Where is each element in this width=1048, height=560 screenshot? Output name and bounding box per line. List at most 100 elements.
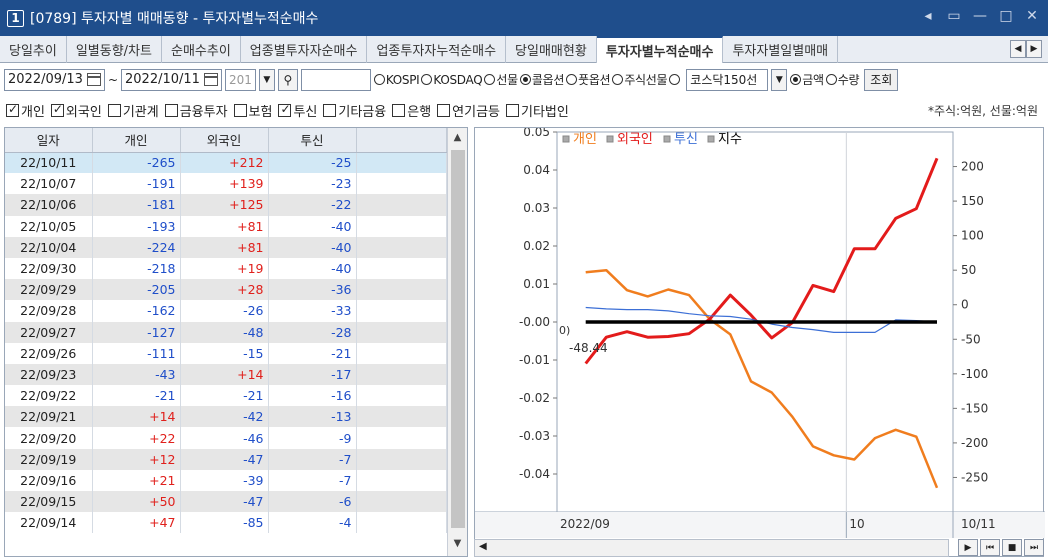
- right-tick-label: 200: [961, 160, 984, 174]
- product-select[interactable]: 코스닥150선: [686, 68, 769, 91]
- tab-daily-trend[interactable]: 당일추이: [0, 36, 67, 63]
- tab-sector-investor[interactable]: 업종별투자자순매수: [241, 36, 368, 63]
- legend-label: 개인: [573, 132, 597, 147]
- cell-foreign: -21: [180, 385, 269, 407]
- radio-call-option[interactable]: 콜옵션: [519, 71, 564, 88]
- start-date-field[interactable]: 2022/09/13: [4, 68, 105, 91]
- table-row[interactable]: 22/10/07 -191 +139 -23: [5, 173, 447, 195]
- cell-foreign: +14: [180, 363, 269, 386]
- column-header-individual[interactable]: 개인: [92, 128, 181, 153]
- filter-foreign[interactable]: 외국인: [50, 101, 102, 120]
- table-row[interactable]: 22/10/11 -265 +212 -25: [5, 152, 447, 174]
- horizontal-scrollbar[interactable]: ◀: [474, 539, 949, 557]
- filter-pension[interactable]: 연기금등: [437, 101, 500, 120]
- filter-individual[interactable]: 개인: [6, 101, 45, 120]
- table-row[interactable]: 22/09/19 +12 -47 -7: [5, 448, 447, 470]
- restore-icon[interactable]: ▭: [946, 8, 962, 24]
- cell-foreign: +212: [180, 152, 269, 174]
- code-input[interactable]: [300, 68, 371, 91]
- filter-financial-investment[interactable]: 금융투자: [164, 101, 228, 120]
- cell-trust: -33: [268, 300, 357, 322]
- filter-bank[interactable]: 은행: [392, 101, 431, 120]
- filter-insurance[interactable]: 보험: [233, 101, 272, 120]
- radio-kospi[interactable]: KOSPI: [373, 73, 420, 87]
- radio-kosdaq[interactable]: KOSDAQ: [421, 73, 483, 87]
- scroll-down-icon[interactable]: ▼: [448, 538, 467, 554]
- cell-empty: [356, 448, 447, 470]
- scroll-thumb[interactable]: [451, 150, 465, 528]
- table-row[interactable]: 22/09/20 +22 -46 -9: [5, 427, 447, 449]
- window-controls: ◂ ▭ — □ ✕: [920, 8, 1040, 24]
- radio-futures[interactable]: 선물: [484, 71, 518, 88]
- end-date-value: 2022/10/11: [125, 72, 200, 87]
- minimize-icon[interactable]: —: [972, 8, 988, 24]
- radio-stock-futures[interactable]: 주식선물: [612, 71, 668, 88]
- tab-investor-cumulative[interactable]: 투자자별누적순매수: [596, 36, 724, 63]
- count-field[interactable]: 201: [224, 68, 256, 91]
- left-tick-label: 0.02: [523, 239, 550, 253]
- right-tick-label: -100: [961, 367, 988, 381]
- table-row[interactable]: 22/09/15 +50 -47 -6: [5, 491, 447, 513]
- calendar-icon[interactable]: [86, 73, 101, 86]
- line-chart[interactable]: 0.05 0.04 0.03 0.02 0.01 -0.00 -0.01 -0.02 -0.03…: [475, 125, 1045, 538]
- table-row[interactable]: 22/09/26 -111 -15 -21: [5, 342, 447, 364]
- cell-empty: [356, 173, 447, 195]
- filter-other-corp[interactable]: 기타법인: [506, 101, 569, 120]
- tab-investor-daily[interactable]: 투자자별일별매매: [723, 36, 839, 63]
- query-button[interactable]: 조회: [864, 68, 899, 91]
- table-row[interactable]: 22/09/14 +47 -85 -4: [5, 512, 447, 534]
- table-row[interactable]: 22/09/30 -218 +19 -40: [5, 257, 447, 280]
- filter-institution[interactable]: 기관계: [107, 101, 159, 120]
- table-row[interactable]: 22/09/23 -43 +14 -17: [5, 363, 447, 386]
- cell-date: 22/09/30: [5, 257, 93, 280]
- close-icon[interactable]: ✕: [1024, 8, 1040, 24]
- tab-daily-chart[interactable]: 일별동향/차트: [67, 36, 162, 63]
- filter-investment-trust[interactable]: 투신: [278, 101, 317, 120]
- radio-amount[interactable]: 금액: [790, 71, 824, 88]
- tab-scroll-right-icon[interactable]: ▶: [1026, 40, 1042, 58]
- chevron-down-icon[interactable]: ▼: [771, 68, 788, 91]
- radio-extra[interactable]: [669, 74, 681, 85]
- tab-today-trading[interactable]: 당일매매현황: [506, 36, 597, 63]
- tab-scroll-left-icon[interactable]: ◀: [1010, 40, 1026, 58]
- scroll-left-icon[interactable]: ◀: [479, 541, 487, 552]
- last-icon[interactable]: ⏭: [1024, 539, 1044, 556]
- play-icon[interactable]: ▶: [958, 539, 978, 556]
- cell-date: 22/09/15: [5, 491, 93, 513]
- table-row[interactable]: 22/09/22 -21 -21 -16: [5, 385, 447, 407]
- tab-net-buy-trend[interactable]: 순매수추이: [162, 36, 241, 63]
- radio-quantity[interactable]: 수량: [825, 71, 860, 88]
- cell-date: 22/09/22: [5, 385, 93, 407]
- stop-icon[interactable]: ■: [1002, 539, 1022, 556]
- scroll-up-icon[interactable]: ▲: [448, 132, 467, 148]
- collapse-icon[interactable]: ◂: [920, 8, 936, 24]
- filter-other-finance[interactable]: 기타금융: [323, 101, 386, 120]
- table-row[interactable]: 22/10/05 -193 +81 -40: [5, 215, 447, 237]
- table-row[interactable]: 22/10/04 -224 +81 -40: [5, 236, 447, 258]
- cell-date: 22/09/23: [5, 363, 93, 386]
- table-row[interactable]: 22/09/28 -162 -26 -33: [5, 300, 447, 322]
- column-header-foreign[interactable]: 외국인: [180, 128, 269, 153]
- first-icon[interactable]: ⏮: [980, 539, 1000, 556]
- table-row[interactable]: 22/09/27 -127 -48 -28: [5, 321, 447, 343]
- search-icon[interactable]: ⚲: [277, 68, 298, 91]
- table-row[interactable]: 22/09/16 +21 -39 -7: [5, 469, 447, 491]
- tab-sector-cumulative[interactable]: 업종투자자누적순매수: [367, 36, 507, 63]
- table-row[interactable]: 22/10/06 -181 +125 -22: [5, 194, 447, 216]
- radio-put-option[interactable]: 풋옵션: [566, 71, 611, 88]
- column-header-trust[interactable]: 투신: [268, 128, 357, 153]
- end-date-field[interactable]: 2022/10/11: [121, 68, 222, 91]
- chevron-down-icon[interactable]: ▼: [258, 68, 275, 91]
- table-row[interactable]: 22/09/29 -205 +28 -36: [5, 279, 447, 301]
- vertical-scrollbar[interactable]: ▲ ▼: [447, 128, 467, 556]
- maximize-icon[interactable]: □: [998, 8, 1014, 24]
- cell-individual: +14: [92, 406, 181, 428]
- cell-foreign: -47: [180, 448, 269, 470]
- calendar-icon[interactable]: [203, 73, 218, 86]
- table-row[interactable]: 22/09/21 +14 -42 -13: [5, 406, 447, 428]
- column-header-date[interactable]: 일자: [5, 128, 93, 153]
- market-radio-group: KOSPI KOSDAQ 선물 콜옵션 풋옵션 주식선물: [373, 71, 683, 88]
- cell-individual: -43: [92, 363, 181, 386]
- right-tick-label: 150: [961, 194, 984, 208]
- cell-individual: -21: [92, 385, 181, 407]
